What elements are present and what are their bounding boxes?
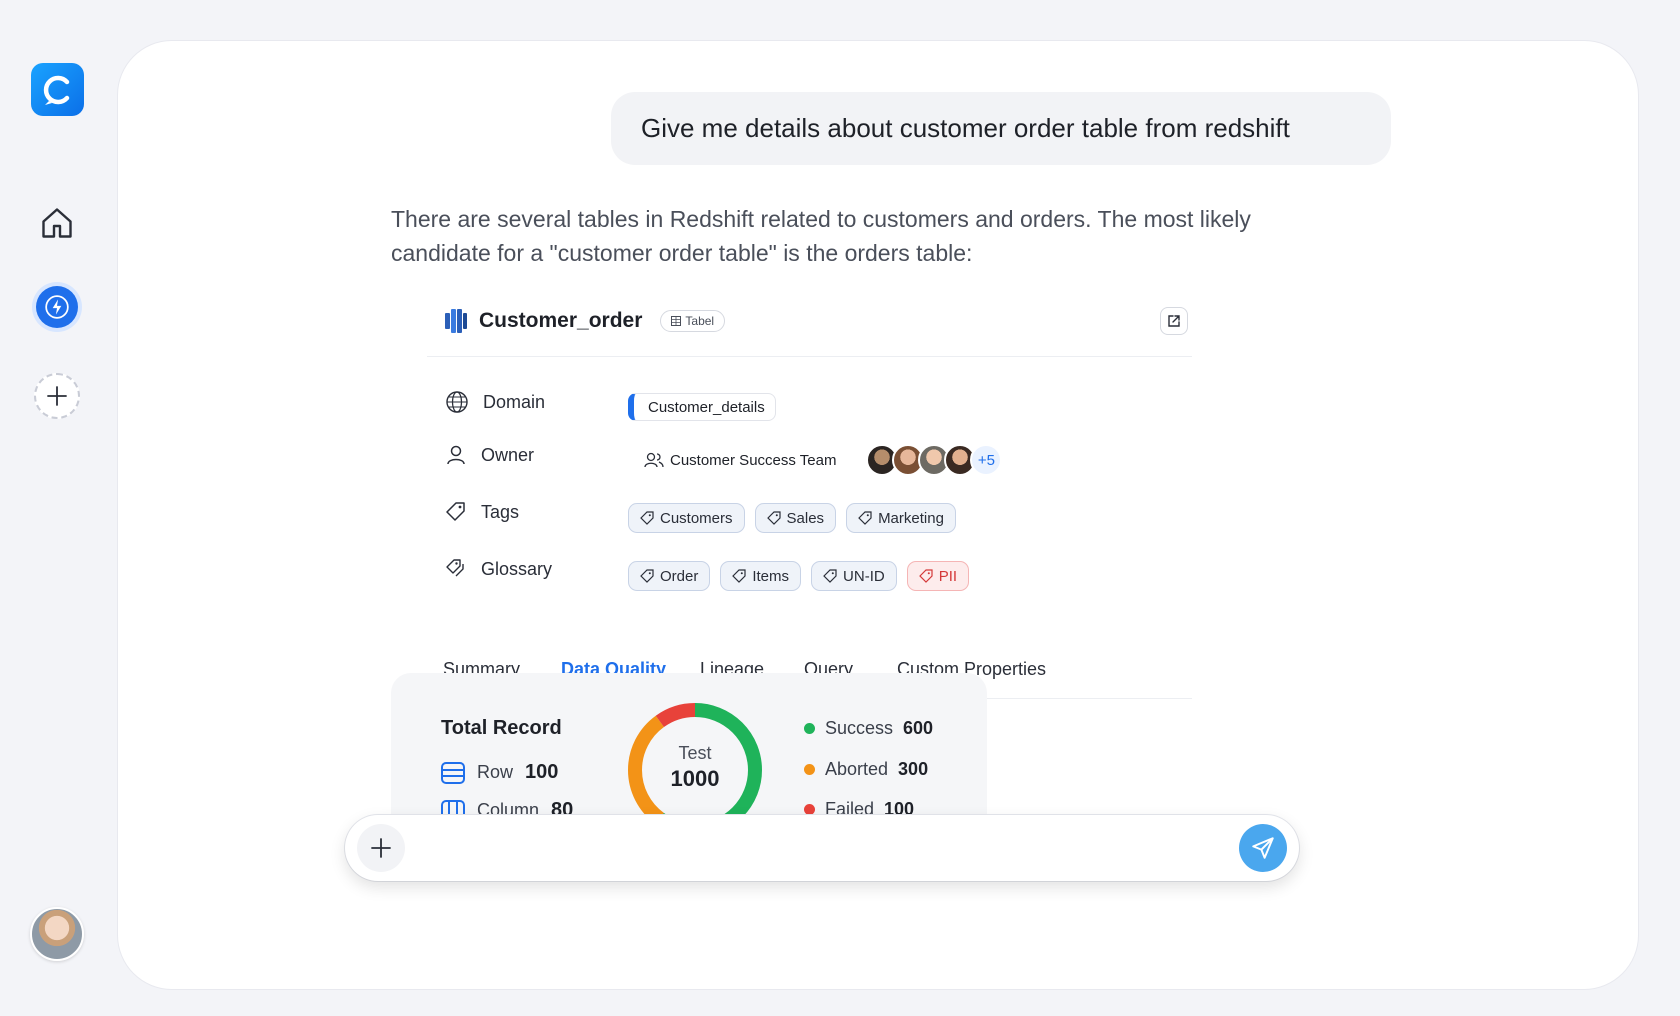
tag-chip[interactable]: Customers [628, 503, 745, 533]
glossary-label: Glossary [481, 558, 553, 579]
card-header: Customer_order Tabel [427, 285, 1192, 357]
owner-team-name: Customer Success Team [670, 451, 837, 469]
tag-label: Customers [660, 509, 733, 527]
glossary-row: Glossary [445, 558, 552, 580]
explore-button[interactable] [36, 286, 78, 328]
tags-icon [446, 559, 464, 577]
user-message-bubble: Give me details about customer order tab… [611, 92, 1391, 165]
table-type-badge: Tabel [660, 309, 726, 332]
total-record-title: Total Record [441, 717, 562, 739]
tag-chip[interactable]: Sales [754, 503, 837, 533]
user-icon [447, 445, 465, 465]
home-button[interactable] [33, 199, 81, 247]
assistant-answer: There are several tables in Redshift rel… [391, 206, 1251, 266]
glossary-chip[interactable]: UN-ID [811, 561, 897, 591]
donut-label: Test [678, 743, 712, 763]
table-type-label: Tabel [685, 313, 715, 328]
glossary-label-text: UN-ID [843, 567, 885, 585]
tags-label: Tags [481, 501, 520, 522]
tag-icon [918, 569, 933, 583]
send-button[interactable] [1239, 824, 1287, 872]
lightning-icon [45, 295, 69, 319]
open-external-button[interactable] [1160, 307, 1188, 335]
domain-row: Domain [445, 390, 545, 414]
tag-icon [446, 502, 465, 521]
domain-label: Domain [483, 391, 546, 412]
legend-aborted: Aborted 300 [804, 759, 928, 780]
send-icon [1252, 837, 1274, 859]
plus-icon [371, 838, 391, 858]
owner-row: Owner [445, 444, 534, 466]
row-value: 100 [525, 761, 559, 783]
message-input[interactable] [421, 829, 1201, 867]
plus-icon [47, 386, 67, 406]
tag-icon [858, 511, 872, 525]
app-logo[interactable] [31, 63, 84, 116]
new-chat-button[interactable] [34, 373, 80, 419]
domain-pill[interactable]: Customer_details [628, 393, 776, 421]
success-dot [804, 723, 815, 734]
more-owners-count[interactable]: +5 [970, 444, 1003, 476]
row-count: Row 100 [441, 761, 558, 784]
tags-list: Customers Sales Marketing [628, 503, 956, 533]
owner-label: Owner [481, 444, 535, 465]
redshift-icon [445, 308, 467, 333]
user-message-text: Give me details about customer order tab… [641, 113, 1290, 143]
owner-avatars[interactable]: +5 [866, 444, 1003, 476]
sidebar [0, 0, 116, 1016]
home-icon [42, 208, 72, 238]
tags-row: Tags [445, 501, 519, 523]
donut-center: Test 1000 [626, 743, 764, 792]
glossary-chip[interactable]: Items [720, 561, 802, 591]
legend-success: Success 600 [804, 718, 933, 739]
table-title: Customer_order [479, 308, 643, 332]
legend-value: 300 [898, 759, 929, 779]
user-avatar[interactable] [30, 907, 84, 961]
table-details-card: Customer_order Tabel Domain Customer_det… [427, 285, 1192, 699]
donut-value: 1000 [670, 766, 720, 791]
rows-icon [441, 761, 465, 784]
logo-icon [43, 75, 69, 105]
tag-icon [766, 511, 781, 525]
failed-dot [804, 804, 815, 815]
external-link-icon [1168, 315, 1180, 327]
attach-button[interactable] [357, 824, 405, 872]
message-composer [345, 815, 1299, 881]
glossary-label-text: Items [752, 567, 790, 585]
aborted-dot [804, 764, 815, 775]
glossary-label-text: Order [660, 567, 699, 585]
tag-icon [732, 569, 746, 583]
tag-label: Marketing [878, 509, 944, 527]
chat-panel: Give me details about customer order tab… [118, 41, 1638, 989]
team-icon [644, 452, 664, 468]
owner-value: Customer Success Team +5 [628, 444, 1003, 476]
owner-team[interactable]: Customer Success Team [644, 451, 836, 469]
tag-icon [640, 569, 654, 583]
tag-label: Sales [786, 509, 825, 527]
glossary-list: Order Items UN-ID PII [628, 561, 970, 591]
tag-chip[interactable]: Marketing [846, 503, 956, 533]
legend-label: Aborted [825, 759, 889, 779]
glossary-chip[interactable]: Order [628, 561, 711, 591]
domain-value: Customer_details [628, 393, 776, 421]
table-icon [671, 315, 682, 326]
globe-icon [446, 391, 468, 413]
glossary-label-text: PII [938, 567, 958, 585]
tag-icon [640, 511, 654, 525]
row-label: Row [477, 762, 514, 782]
legend-label: Success [825, 718, 894, 738]
tag-icon [823, 569, 837, 583]
legend-value: 600 [903, 718, 934, 738]
glossary-chip-pii[interactable]: PII [906, 561, 970, 591]
